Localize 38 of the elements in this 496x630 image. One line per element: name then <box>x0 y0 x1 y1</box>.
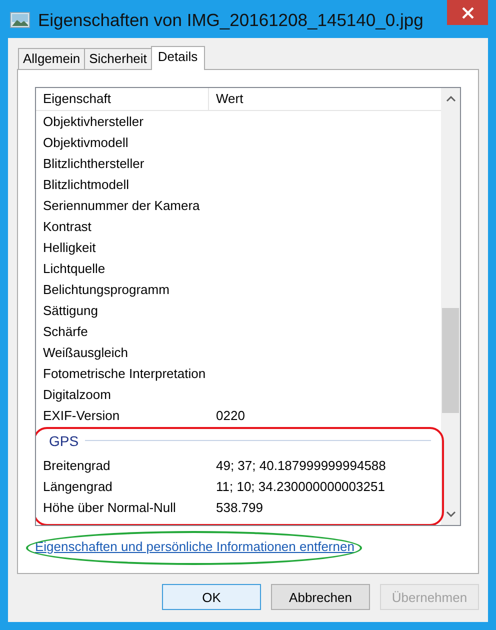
dialog-button[interactable]: Abbrechen <box>271 584 370 610</box>
scrollbar[interactable] <box>441 88 460 525</box>
scrollbar-thumb[interactable] <box>442 308 459 413</box>
scroll-down-icon[interactable] <box>446 511 456 517</box>
property-name: Schärfe <box>42 324 89 339</box>
property-value: 49; 37; 40.187999999994588 <box>215 458 386 473</box>
property-name: Lichtquelle <box>42 261 106 276</box>
property-name: Höhe über Normal-Null <box>42 500 177 515</box>
window-title: Eigenschaften von IMG_20161208_145140_0.jpg <box>38 10 424 30</box>
property-name: Kontrast <box>42 219 92 234</box>
property-value: 538.799 <box>215 500 263 515</box>
property-name: Sättigung <box>42 303 99 318</box>
property-name: Objektivhersteller <box>42 114 144 129</box>
tab[interactable]: Details <box>150 46 205 70</box>
property-name: Objektivmodell <box>42 135 130 150</box>
close-icon <box>462 6 474 18</box>
column-header[interactable]: Wert <box>209 88 244 110</box>
remove-properties-link[interactable]: Eigenschaften und persönliche Informationen entfernen <box>35 538 354 555</box>
property-name: Breitengrad <box>42 458 112 473</box>
property-value: 0220 <box>215 408 245 423</box>
column-header[interactable]: Eigenschaft <box>36 88 209 110</box>
property-name: Blitzlichtmodell <box>42 177 130 192</box>
dialog-button[interactable]: OK <box>162 584 261 610</box>
property-name: Seriennummer der Kamera <box>42 198 201 213</box>
property-name: Längengrad <box>42 479 114 494</box>
scroll-up-icon[interactable] <box>446 96 456 102</box>
property-name: Blitzlichthersteller <box>42 156 146 171</box>
tab[interactable]: Allgemein <box>18 48 86 69</box>
group-heading: GPS <box>49 432 79 448</box>
property-name: Helligkeit <box>42 240 97 255</box>
property-name: Fotometrische Interpretation <box>42 366 207 381</box>
property-name: Belichtungsprogramm <box>42 282 170 297</box>
close-button[interactable] <box>447 0 488 25</box>
property-name: Weißausgleich <box>42 345 130 360</box>
picture-icon <box>10 12 30 28</box>
property-value: 11; 10; 34.230000000003251 <box>215 479 385 494</box>
property-name: EXIF-Version <box>42 408 121 423</box>
property-name: Digitalzoom <box>42 387 112 402</box>
